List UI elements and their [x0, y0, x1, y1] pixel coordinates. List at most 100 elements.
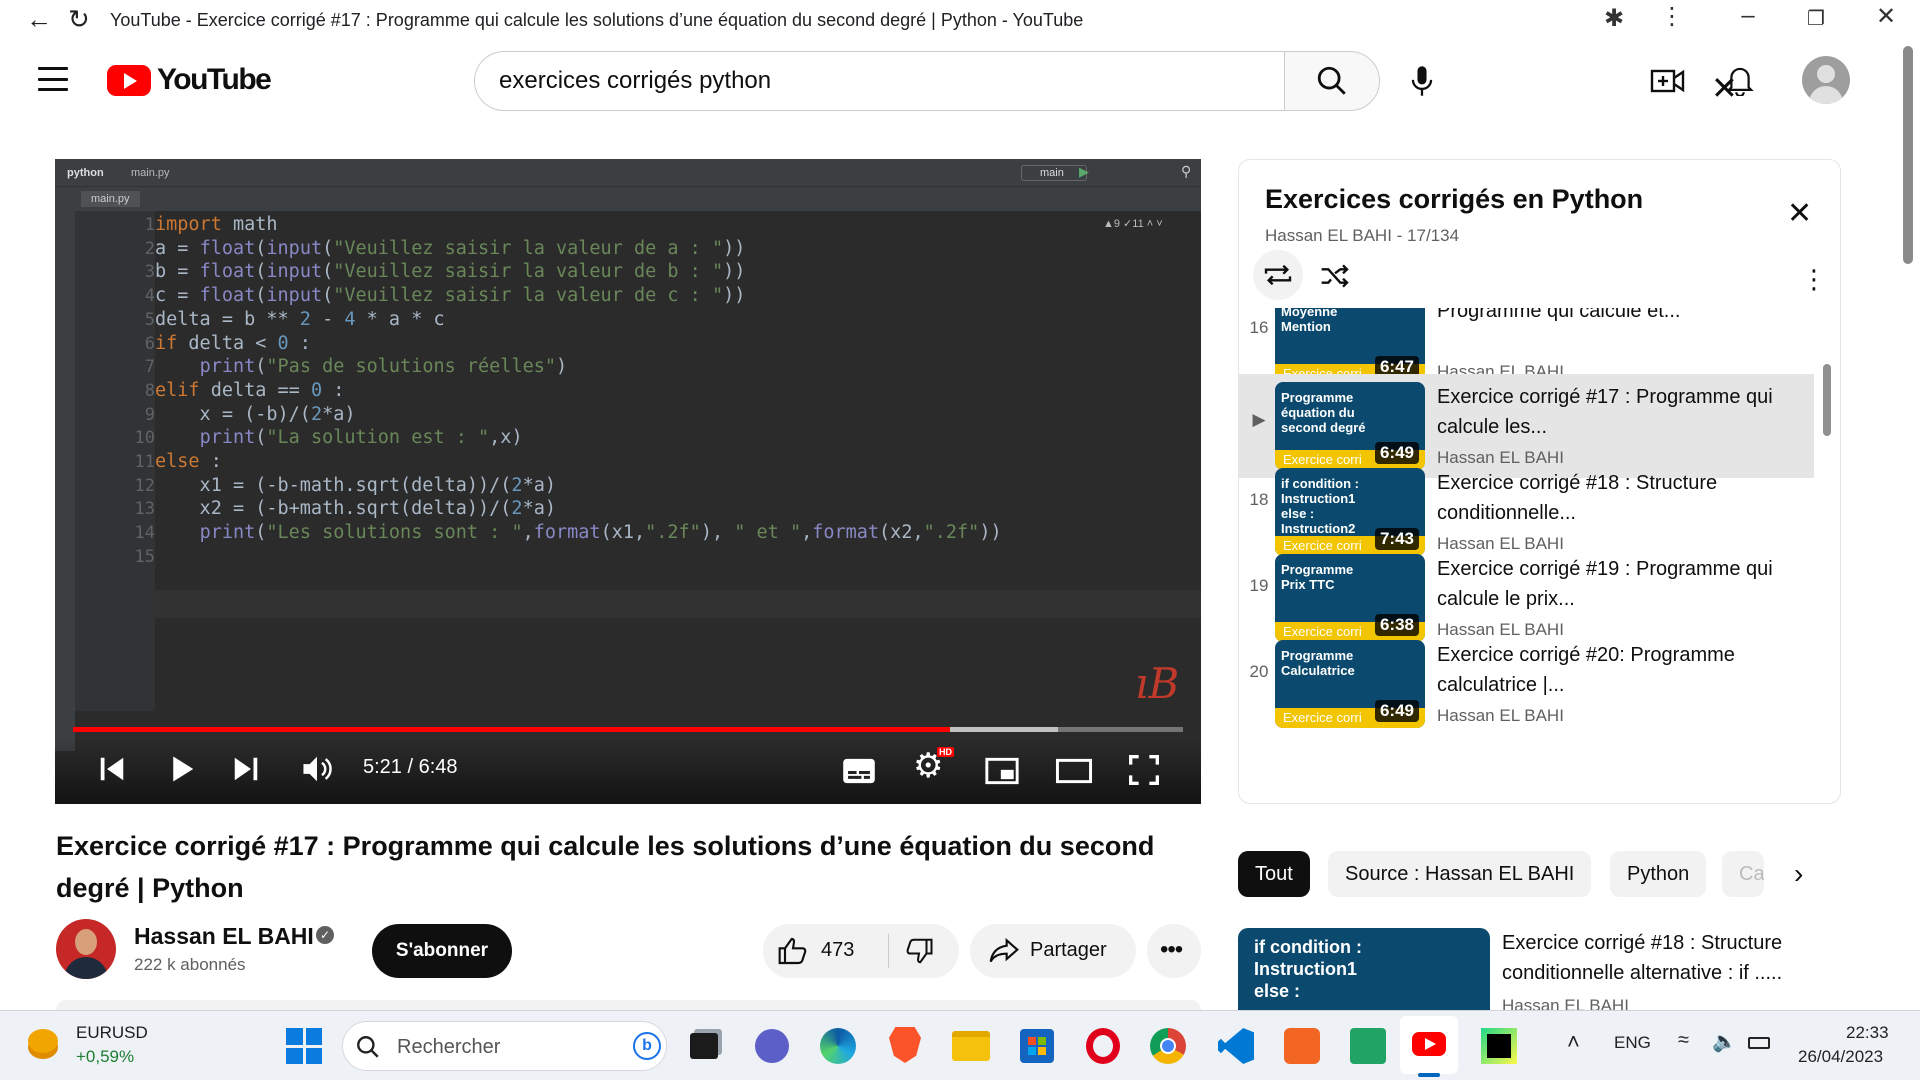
recommended-title[interactable]: Exercice corrigé #18 : Structure conditi…: [1502, 928, 1832, 988]
playlist-item-thumbnail[interactable]: Programme équation du second degré Exerci…: [1275, 382, 1425, 470]
video-player[interactable]: python main.py main ▶ ⚲ main.py 12345678…: [55, 159, 1201, 804]
subscriber-count: 222 k abonnés: [134, 955, 246, 974]
chrome-browser-icon[interactable]: [1150, 1028, 1186, 1064]
voice-search-button[interactable]: [1392, 51, 1452, 111]
code-line: x1 = (-b-math.sqrt(delta))/(2*a): [155, 474, 556, 496]
dislike-button[interactable]: [890, 924, 959, 978]
youtube-taskbar-icon[interactable]: [1400, 1016, 1458, 1074]
volume-tray-icon[interactable]: 🔈: [1712, 1029, 1737, 1054]
search-button[interactable]: [1284, 51, 1380, 111]
clock-date[interactable]: 26/04/2023: [1798, 1047, 1883, 1067]
create-video-icon[interactable]: [1650, 66, 1686, 96]
video-title: Exercice corrigé #17 : Programme qui cal…: [56, 831, 1155, 903]
back-arrow-icon[interactable]: ←: [26, 4, 52, 35]
vscode-icon[interactable]: [1218, 1028, 1254, 1064]
coins-icon: [28, 1029, 58, 1053]
opera-browser-icon[interactable]: [1086, 1028, 1120, 1064]
ticker-widget[interactable]: EURUSD +0,59%: [24, 1021, 184, 1071]
edge-browser-icon[interactable]: [820, 1028, 856, 1064]
playlist-item-thumbnail[interactable]: Moyenne MentionExercice corri6:47: [1275, 308, 1425, 384]
play-icon[interactable]: [167, 754, 197, 784]
notifications-bell-icon[interactable]: [1725, 64, 1755, 96]
next-icon[interactable]: [231, 754, 261, 784]
file-explorer-icon[interactable]: [952, 1031, 990, 1061]
account-avatar[interactable]: [1802, 56, 1850, 104]
subtitles-icon[interactable]: [842, 757, 876, 785]
ticker-symbol: EURUSD: [76, 1023, 148, 1042]
microsoft-store-icon[interactable]: [1020, 1029, 1054, 1063]
reload-icon[interactable]: ↻: [68, 4, 90, 35]
more-horizontal-icon: •••: [1160, 936, 1183, 963]
recommended-thumbnail[interactable]: if condition : Instruction1 else :: [1238, 928, 1490, 1010]
previous-icon[interactable]: [97, 754, 127, 784]
clock-time[interactable]: 22:33: [1846, 1023, 1889, 1043]
more-actions-button[interactable]: •••: [1147, 924, 1201, 978]
close-window-icon[interactable]: ✕: [1866, 2, 1906, 31]
playlist-item-title[interactable]: Exercice corrigé #19 : Programme qui cal…: [1437, 554, 1807, 614]
playlist-more-icon[interactable]: ⋮: [1801, 264, 1827, 295]
start-button[interactable]: [286, 1028, 322, 1064]
line-number: 12: [134, 475, 155, 496]
hd-badge: HD: [937, 747, 954, 757]
app-icon-green[interactable]: [1350, 1028, 1386, 1064]
minimize-icon[interactable]: –: [1728, 2, 1768, 30]
playlist-items: 16Moyenne MentionExercice corri6:47Progr…: [1239, 308, 1829, 803]
share-button[interactable]: Partager: [970, 924, 1136, 978]
chat-app-icon[interactable]: [755, 1029, 789, 1063]
like-button[interactable]: 473: [763, 924, 903, 978]
playlist-item-title[interactable]: Exercice corrigé #20: Programme calculat…: [1437, 640, 1807, 700]
channel-name[interactable]: Hassan EL BAHI: [134, 923, 314, 950]
playlist-item-thumbnail[interactable]: Programme Calculatrice Exercice corri 6:49: [1275, 640, 1425, 728]
playlist-item[interactable]: 20 Programme Calculatrice Exercice corri 6:…: [1239, 632, 1814, 736]
playlist-item-thumbnail[interactable]: if condition : Instruction1 else : Instr…: [1275, 468, 1425, 556]
close-playlist-icon[interactable]: ✕: [1787, 196, 1812, 231]
taskbar-search[interactable]: Rechercher b: [342, 1021, 667, 1071]
like-divider: [888, 934, 889, 968]
logo-text: YouTube: [157, 63, 272, 96]
pycharm-icon[interactable]: [1481, 1028, 1517, 1064]
language-indicator[interactable]: ENG: [1614, 1033, 1651, 1053]
chip-python[interactable]: Python: [1610, 851, 1707, 897]
hamburger-menu-icon[interactable]: [38, 67, 68, 91]
volume-icon[interactable]: [301, 754, 333, 784]
restore-icon[interactable]: ❐: [1796, 6, 1836, 31]
subscribe-button[interactable]: S'abonner: [372, 924, 512, 978]
thumbnail-text: Programme équation du second degré: [1281, 390, 1366, 435]
duration-badge: 6:49: [1374, 700, 1419, 722]
browser-title-bar: ← ↻ YouTube - Exercice corrigé #17 : Pro…: [0, 0, 1920, 40]
playlist-item-title[interactable]: Programme qui calcule et...: [1437, 308, 1807, 326]
chip-source[interactable]: Source : Hassan EL BAHI: [1328, 851, 1592, 897]
battery-icon[interactable]: [1748, 1037, 1770, 1049]
playlist-item-title[interactable]: Exercice corrigé #17 : Programme qui cal…: [1437, 382, 1807, 442]
search-box[interactable]: ✕: [474, 51, 1738, 111]
page-scrollbar[interactable]: [1903, 46, 1913, 264]
chip-all[interactable]: Tout: [1238, 851, 1310, 897]
shuffle-icon[interactable]: [1319, 262, 1351, 290]
run-icon: ▶: [1079, 164, 1089, 179]
code-line: c = float(input("Veuillez saisir la vale…: [155, 285, 746, 307]
more-menu-icon[interactable]: ⋮: [1652, 2, 1692, 31]
theater-mode-icon[interactable]: [1055, 758, 1093, 784]
miniplayer-icon[interactable]: [984, 757, 1020, 785]
playlist-item-thumbnail[interactable]: Programme Prix TTC Exercice corri 6:38: [1275, 554, 1425, 642]
recommended-channel[interactable]: Hassan EL BAHI: [1502, 996, 1629, 1010]
chip-more[interactable]: Ca: [1722, 851, 1764, 897]
loop-button[interactable]: [1253, 250, 1303, 300]
fullscreen-icon[interactable]: [1128, 754, 1160, 786]
show-hidden-icons[interactable]: ˄: [1567, 1029, 1580, 1055]
playlist-item-title[interactable]: Exercice corrigé #18 : Structure conditi…: [1437, 468, 1807, 528]
loop-icon: [1264, 264, 1292, 286]
extensions-icon[interactable]: ✱: [1594, 4, 1634, 33]
wifi-icon[interactable]: ≈: [1678, 1029, 1689, 1052]
channel-avatar[interactable]: [56, 919, 116, 979]
youtube-logo[interactable]: YouTube: [107, 63, 272, 97]
playlist-title[interactable]: Exercices corrigés en Python: [1265, 184, 1643, 215]
playlist-scrollbar[interactable]: [1823, 364, 1831, 436]
search-input[interactable]: [499, 67, 1199, 95]
playlist-item-channel[interactable]: Hassan EL BAHI: [1437, 706, 1564, 726]
app-icon-orange[interactable]: [1284, 1028, 1320, 1064]
chips-next-icon[interactable]: ›: [1794, 858, 1803, 890]
brave-browser-icon[interactable]: [889, 1027, 921, 1063]
bing-icon: b: [633, 1032, 661, 1060]
task-view-icon[interactable]: [690, 1033, 718, 1059]
